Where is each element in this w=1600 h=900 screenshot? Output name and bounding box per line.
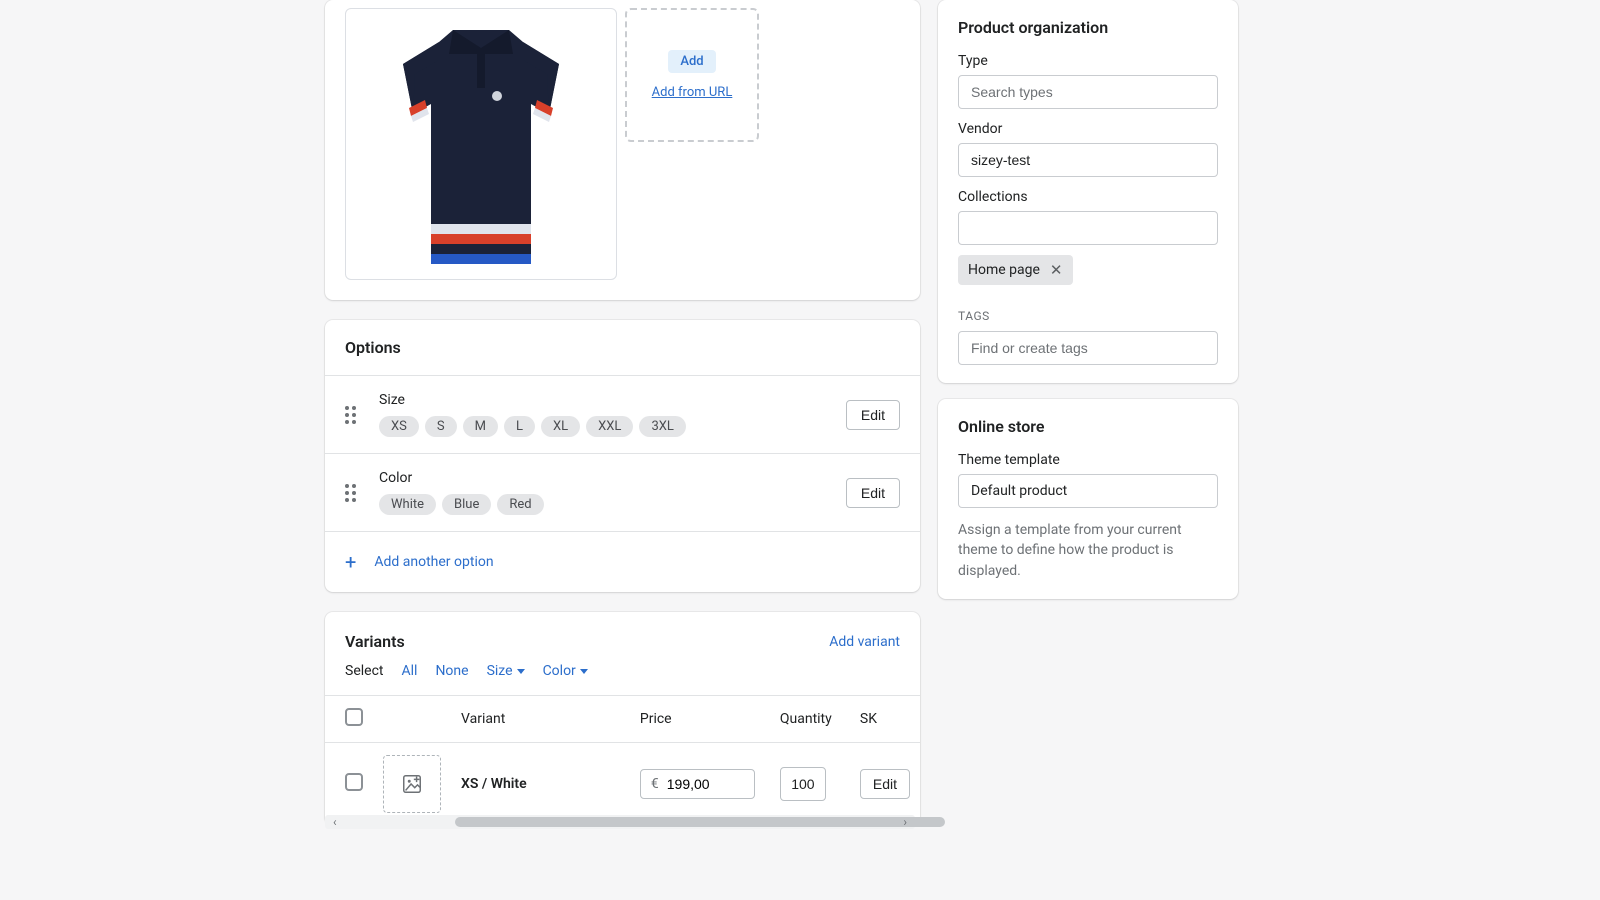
option-chip: Blue [442, 494, 491, 515]
variant-checkbox[interactable] [345, 773, 363, 791]
online-title: Online store [958, 417, 1218, 436]
vendor-label: Vendor [958, 121, 1218, 137]
type-label: Type [958, 53, 1218, 69]
variants-title: Variants [345, 632, 405, 651]
add-option-label: Add another option [374, 554, 493, 570]
select-all-link[interactable]: All [401, 663, 417, 679]
col-sku: SK [850, 696, 920, 743]
drag-handle-icon[interactable] [345, 406, 363, 424]
option-chip: XL [541, 416, 580, 437]
select-color-link[interactable]: Color [543, 663, 588, 679]
option-chip: XXL [586, 416, 633, 437]
currency-symbol: € [651, 776, 659, 792]
variant-name: XS / White [451, 743, 630, 826]
variant-edit-button[interactable]: Edit [860, 769, 910, 799]
select-none-link[interactable]: None [435, 663, 468, 679]
variant-image-placeholder[interactable] [383, 755, 441, 813]
col-variant: Variant [451, 696, 630, 743]
add-from-url-link[interactable]: Add from URL [652, 85, 733, 100]
edit-option-button[interactable]: Edit [846, 478, 900, 508]
option-chip: XS [379, 416, 419, 437]
scroll-right-icon[interactable]: › [903, 815, 907, 829]
product-organization-card: Product organization Type Vendor Collect… [938, 0, 1238, 383]
drag-handle-icon[interactable] [345, 484, 363, 502]
template-value: Default product [971, 483, 1067, 499]
options-card: Options Size XS S M L XL XXL 3XL [325, 320, 920, 592]
caret-down-icon [580, 669, 588, 674]
media-uploader[interactable]: Add Add from URL [625, 8, 759, 142]
online-store-card: Online store Theme template Default prod… [938, 399, 1238, 599]
options-title: Options [325, 320, 920, 375]
select-size-link[interactable]: Size [487, 663, 525, 679]
select-label: Select [345, 663, 383, 679]
option-values: XS S M L XL XXL 3XL [379, 416, 830, 437]
variants-table: Variant Price Quantity SK [325, 695, 920, 825]
tags-label: TAGS [958, 309, 1218, 323]
collections-label: Collections [958, 189, 1218, 205]
product-image-thumb[interactable] [345, 8, 617, 280]
variant-select-row: Select All None Size Color [325, 651, 920, 695]
option-values: White Blue Red [379, 494, 830, 515]
type-input[interactable] [958, 75, 1218, 109]
image-placeholder-icon [401, 773, 423, 795]
collection-chip-label: Home page [968, 262, 1040, 278]
collections-input[interactable] [958, 211, 1218, 245]
option-chip: White [379, 494, 436, 515]
plus-icon: + [345, 550, 356, 574]
edit-option-button[interactable]: Edit [846, 400, 900, 430]
option-chip: S [425, 416, 457, 437]
theme-template-select[interactable]: Default product [958, 474, 1218, 508]
add-media-button[interactable]: Add [668, 50, 715, 73]
scroll-thumb[interactable] [455, 817, 945, 827]
option-chip: 3XL [639, 416, 685, 437]
option-chip: Red [497, 494, 543, 515]
horizontal-scrollbar[interactable]: ‹ › [325, 815, 915, 829]
variants-card: Variants Add variant Select All None Siz… [325, 612, 920, 825]
vendor-input[interactable] [958, 143, 1218, 177]
collection-chip: Home page ✕ [958, 255, 1073, 285]
polo-shirt-image [381, 24, 581, 264]
option-name: Size [379, 392, 830, 408]
variant-quantity-input[interactable] [780, 767, 826, 801]
template-label: Theme template [958, 452, 1218, 468]
option-chip: L [504, 416, 535, 437]
remove-chip-icon[interactable]: ✕ [1050, 261, 1063, 279]
media-card: Add Add from URL [325, 0, 920, 300]
add-option-button[interactable]: + Add another option [325, 531, 920, 592]
scroll-left-icon[interactable]: ‹ [333, 815, 337, 829]
col-quantity: Quantity [770, 696, 850, 743]
price-field[interactable] [667, 776, 737, 792]
variant-row: XS / White € [325, 743, 920, 826]
caret-down-icon [517, 669, 525, 674]
add-variant-link[interactable]: Add variant [829, 634, 900, 650]
variant-price-input[interactable]: € [640, 769, 755, 799]
option-name: Color [379, 470, 830, 486]
template-helper-text: Assign a template from your current them… [958, 520, 1218, 581]
option-chip: M [463, 416, 498, 437]
option-row-size: Size XS S M L XL XXL 3XL Edit [325, 375, 920, 453]
org-title: Product organization [958, 18, 1218, 37]
tags-input[interactable] [958, 331, 1218, 365]
select-all-checkbox[interactable] [345, 708, 363, 726]
option-row-color: Color White Blue Red Edit [325, 453, 920, 531]
col-price: Price [630, 696, 770, 743]
